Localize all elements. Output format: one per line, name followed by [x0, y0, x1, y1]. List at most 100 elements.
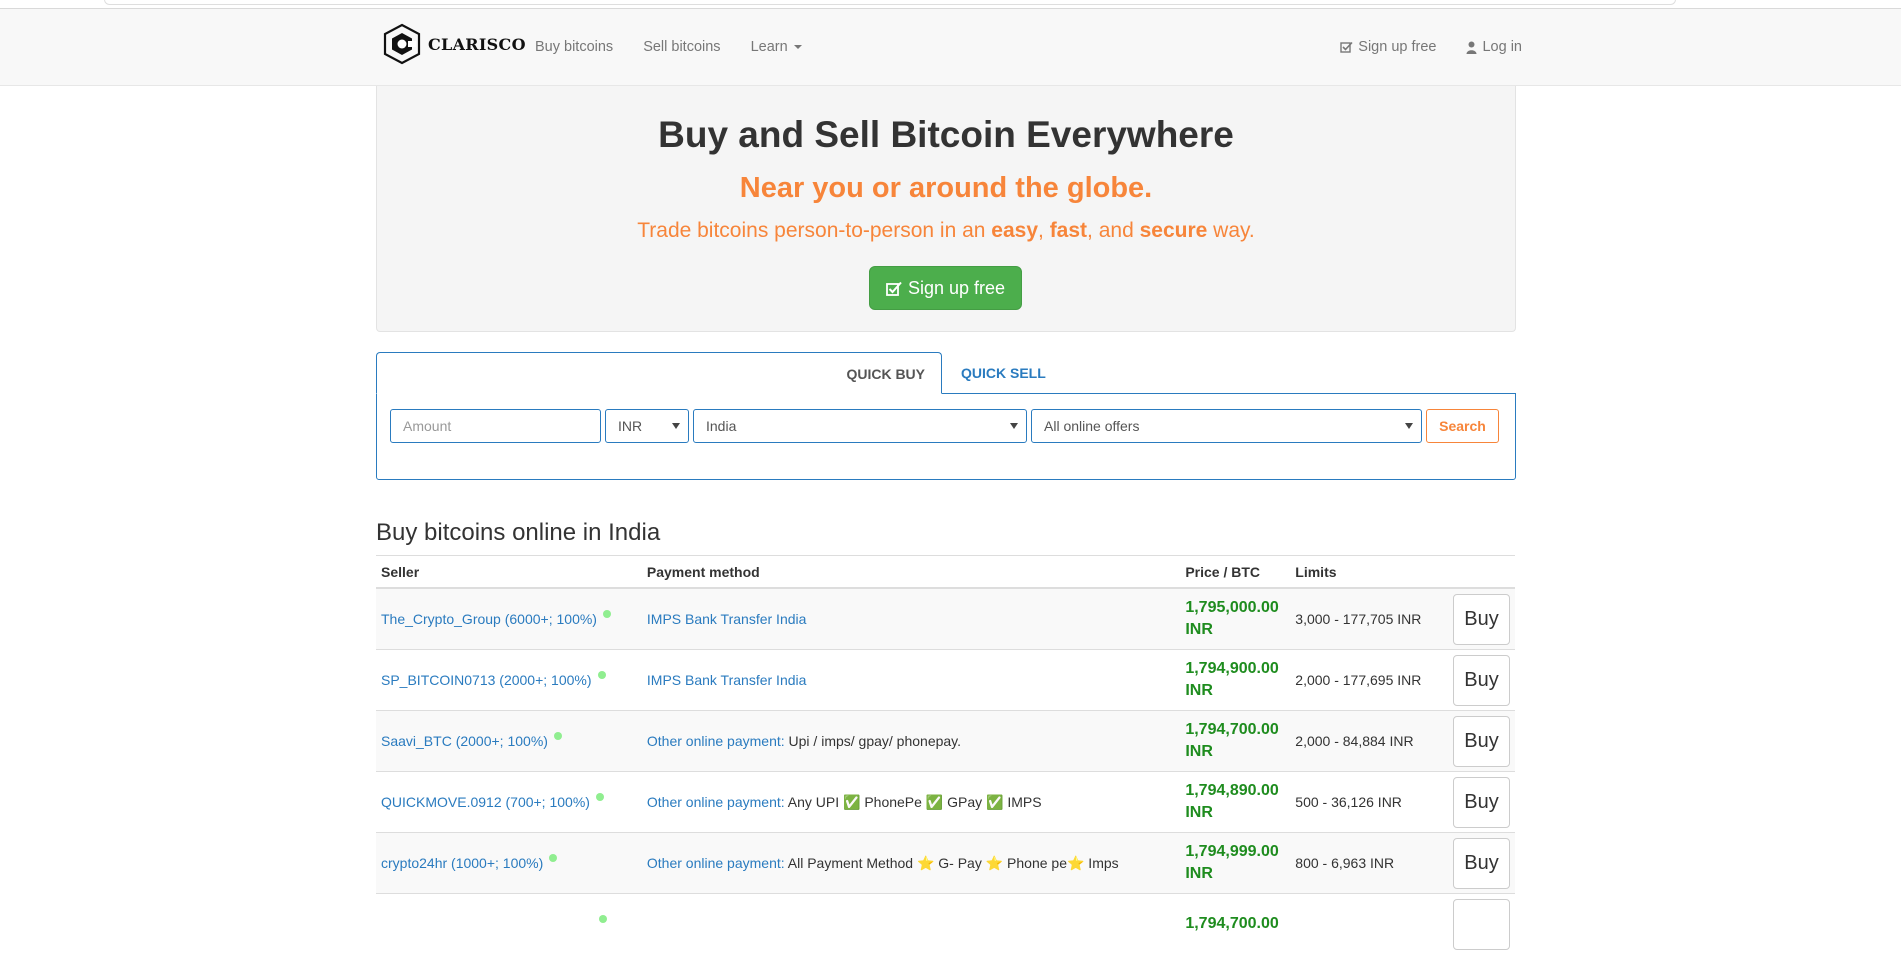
- country-select[interactable]: India: [693, 409, 1027, 443]
- user-icon: [1466, 41, 1477, 54]
- hero-lead-secure: secure: [1140, 219, 1208, 242]
- payment-cell: Other online payment: Any UPI ✅ PhonePe …: [642, 772, 1180, 833]
- limits-cell: [1290, 894, 1448, 954]
- hero-jumbotron: Buy and Sell Bitcoin Everywhere Near you…: [376, 86, 1516, 332]
- payment-method-link[interactable]: IMPS Bank Transfer India: [647, 611, 807, 627]
- caret-down-icon: [794, 45, 802, 49]
- hero-subtitle: Near you or around the globe.: [377, 172, 1515, 205]
- payment-method-link[interactable]: Other online payment:: [647, 794, 785, 810]
- limits-cell: 800 - 6,963 INR: [1290, 833, 1448, 894]
- checkbox-icon: [1340, 41, 1353, 53]
- nav-login-label: Log in: [1482, 39, 1522, 55]
- nav-right: Sign up free Log in: [1310, 9, 1522, 85]
- payment-cell: IMPS Bank Transfer India: [642, 650, 1180, 711]
- payment-method-link[interactable]: Other online payment:: [647, 733, 785, 749]
- hero-lead-sep2: , and: [1087, 219, 1140, 242]
- currency-value: INR: [618, 418, 642, 434]
- amount-placeholder: Amount: [403, 418, 451, 434]
- price-currency: INR: [1185, 865, 1213, 882]
- navbar: CLARISCO Buy bitcoins Sell bitcoins Lear…: [0, 9, 1901, 86]
- price-value: 1,794,999.00: [1185, 843, 1278, 860]
- tab-quick-sell[interactable]: QUICK SELL: [961, 365, 1046, 381]
- nav-login-link[interactable]: Log in: [1466, 39, 1522, 55]
- nav-links: Buy bitcoins Sell bitcoins Learn: [535, 9, 832, 85]
- hero-lead-fast: fast: [1050, 219, 1087, 242]
- nav-signup-link[interactable]: Sign up free: [1340, 39, 1436, 55]
- price-value: 1,795,000.00: [1185, 599, 1278, 616]
- seller-link[interactable]: The_Crypto_Group (6000+; 100%): [381, 611, 597, 627]
- price-currency: INR: [1185, 621, 1213, 638]
- hero-signup-label: Sign up free: [908, 278, 1005, 299]
- buy-button[interactable]: Buy: [1453, 594, 1510, 645]
- price-cell: 1,794,700.00INR: [1180, 711, 1290, 772]
- price-value: 1,794,900.00: [1185, 660, 1278, 677]
- payment-description: All Payment Method ⭐ G- Pay ⭐ Phone pe⭐ …: [788, 855, 1119, 871]
- action-cell: Buy: [1448, 772, 1515, 833]
- checkbox-icon: [886, 281, 902, 296]
- offers-section-title: Buy bitcoins online in India: [376, 519, 660, 547]
- action-cell: Buy: [1448, 588, 1515, 650]
- buy-button[interactable]: Buy: [1453, 655, 1510, 706]
- table-row: The_Crypto_Group (6000+; 100%) IMPS Bank…: [376, 588, 1515, 650]
- price-currency: INR: [1185, 804, 1213, 821]
- seller-link[interactable]: Saavi_BTC (2000+; 100%): [381, 733, 548, 749]
- header-seller: Seller: [376, 556, 642, 589]
- seller-link[interactable]: crypto24hr (1000+; 100%): [381, 855, 543, 871]
- buy-button[interactable]: Buy: [1453, 838, 1510, 889]
- tab-quick-buy[interactable]: QUICK BUY: [376, 352, 942, 394]
- buy-button[interactable]: [1453, 899, 1510, 950]
- offer-type-select[interactable]: All online offers: [1031, 409, 1422, 443]
- action-cell: [1448, 894, 1515, 954]
- seller-link[interactable]: QUICKMOVE.0912 (700+; 100%): [381, 794, 590, 810]
- online-status-dot-icon: [549, 854, 557, 862]
- table-row: crypto24hr (1000+; 100%) Other online pa…: [376, 833, 1515, 894]
- hero-lead-suffix: way.: [1207, 219, 1254, 242]
- browser-address-pill: [104, 0, 1676, 5]
- header-limits: Limits: [1290, 556, 1448, 589]
- payment-method-link[interactable]: IMPS Bank Transfer India: [647, 672, 807, 688]
- price-cell: 1,795,000.00 INR: [1180, 588, 1290, 650]
- buy-button[interactable]: Buy: [1453, 777, 1510, 828]
- action-cell: Buy: [1448, 833, 1515, 894]
- limits-cell: 3,000 - 177,705 INR: [1290, 588, 1448, 650]
- chevron-down-icon: [1010, 423, 1018, 429]
- online-status-dot-icon: [603, 610, 611, 618]
- price-currency: INR: [1185, 682, 1213, 699]
- online-status-dot-icon: [554, 732, 562, 740]
- search-button[interactable]: Search: [1426, 409, 1499, 443]
- nav-signup-label: Sign up free: [1358, 39, 1436, 55]
- table-row: QUICKMOVE.0912 (700+; 100%) Other online…: [376, 772, 1515, 833]
- header-action: [1448, 556, 1515, 589]
- hero-lead: Trade bitcoins person-to-person in an ea…: [377, 219, 1515, 243]
- price-value: 1,794,700.00: [1185, 721, 1278, 738]
- price-cell: 1,794,900.00 INR: [1180, 650, 1290, 711]
- online-status-dot-icon: [596, 793, 604, 801]
- buy-button[interactable]: Buy: [1453, 716, 1510, 767]
- limits-cell: 500 - 36,126 INR: [1290, 772, 1448, 833]
- payment-cell: [642, 894, 1180, 954]
- hero-lead-prefix: Trade bitcoins person-to-person in an: [637, 219, 991, 242]
- payment-description: Upi / imps/ gpay/ phonepay.: [789, 733, 962, 749]
- seller-cell: QUICKMOVE.0912 (700+; 100%): [376, 772, 642, 833]
- chevron-down-icon: [1405, 423, 1413, 429]
- limits-cell: 2,000 - 84,884 INR: [1290, 711, 1448, 772]
- nav-buy-bitcoins[interactable]: Buy bitcoins: [535, 39, 613, 55]
- nav-learn-dropdown[interactable]: Learn: [751, 39, 802, 55]
- clarisco-logo-icon: [382, 23, 422, 65]
- brand-logo-link[interactable]: CLARISCO: [382, 22, 526, 66]
- hero-lead-easy: easy: [991, 219, 1038, 242]
- price-cell: 1,794,700.00: [1180, 894, 1290, 954]
- nav-sell-bitcoins[interactable]: Sell bitcoins: [643, 39, 720, 55]
- price-value: 1,794,890.00: [1185, 782, 1278, 799]
- nav-learn-label: Learn: [751, 39, 788, 55]
- seller-cell: [376, 894, 642, 954]
- payment-method-link[interactable]: Other online payment:: [647, 855, 785, 871]
- offer-type-value: All online offers: [1044, 418, 1139, 434]
- limits-cell: 2,000 - 177,695 INR: [1290, 650, 1448, 711]
- seller-link[interactable]: SP_BITCOIN0713 (2000+; 100%): [381, 672, 592, 688]
- hero-signup-button[interactable]: Sign up free: [869, 266, 1022, 310]
- payment-cell: Other online payment: Upi / imps/ gpay/ …: [642, 711, 1180, 772]
- amount-input[interactable]: Amount: [390, 409, 601, 443]
- tab-quick-buy-label: QUICK BUY: [846, 366, 925, 382]
- currency-select[interactable]: INR: [605, 409, 689, 443]
